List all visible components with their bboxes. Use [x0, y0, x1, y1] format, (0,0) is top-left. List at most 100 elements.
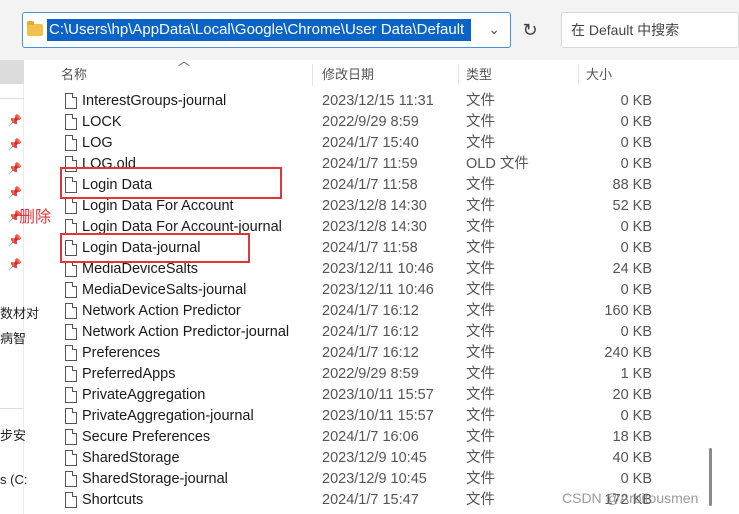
column-divider[interactable]	[578, 64, 579, 86]
file-date: 2023/12/8 14:30	[322, 219, 427, 235]
file-row[interactable]: Network Action Predictor 2024/1/7 16:12 文件…	[56, 301, 660, 322]
nav-divider	[0, 408, 24, 409]
refresh-button[interactable]: ↻	[512, 12, 548, 48]
file-size: 40 KB	[612, 450, 653, 466]
column-header-size[interactable]: 大小	[586, 60, 612, 90]
watermark: CSDN @Arbitousmen	[562, 490, 699, 506]
file-size: 0 KB	[620, 324, 652, 340]
file-type: 文件	[466, 492, 495, 508]
file-row[interactable]: MediaDeviceSalts-journal 2023/12/11 10:46…	[56, 280, 660, 301]
vertical-scrollbar[interactable]	[709, 448, 712, 506]
address-path[interactable]: C:\Users\hp\AppData\Local\Google\Chrome\…	[47, 19, 471, 41]
file-row[interactable]: Secure Preferences 2024/1/7 16:06 文件 18 KB	[56, 427, 660, 448]
file-row[interactable]: PreferredApps 2022/9/29 8:59 文件 1 KB	[56, 364, 660, 385]
file-type: 文件	[466, 303, 495, 319]
file-row[interactable]: Network Action Predictor-journal 2024/1/7…	[56, 322, 660, 343]
file-icon	[65, 261, 77, 277]
file-icon	[65, 198, 77, 214]
file-date: 2023/12/11 10:46	[322, 282, 434, 298]
file-row[interactable]: LOG 2024/1/7 15:40 文件 0 KB	[56, 133, 660, 154]
file-row[interactable]: Preferences 2024/1/7 16:12 文件 240 KB	[56, 343, 660, 364]
file-type: 文件	[466, 219, 495, 235]
file-type: 文件	[466, 324, 495, 340]
file-icon	[65, 471, 77, 487]
file-row[interactable]: SharedStorage-journal 2023/12/9 10:45 文件 0 …	[56, 469, 660, 490]
nav-item[interactable]: 病智	[0, 328, 26, 347]
file-size: 0 KB	[620, 408, 652, 424]
file-size: 18 KB	[612, 429, 653, 445]
file-name: Secure Preferences	[82, 429, 211, 445]
file-icon	[65, 93, 77, 109]
file-type: 文件	[466, 345, 495, 361]
pin-icon[interactable]: 📌	[8, 114, 22, 127]
file-row[interactable]: PrivateAggregation 2023/10/11 15:57 文件 20 K…	[56, 385, 660, 406]
sort-ascending-icon: ︿	[178, 54, 191, 68]
refresh-icon: ↻	[522, 19, 538, 40]
file-date: 2022/9/29 8:59	[322, 366, 419, 382]
nav-selected-item[interactable]	[0, 60, 24, 84]
column-header-name[interactable]: 名称	[61, 60, 87, 90]
file-size: 1 KB	[620, 366, 652, 382]
file-size: 0 KB	[620, 114, 652, 130]
file-size: 0 KB	[620, 135, 652, 151]
pin-icon[interactable]: 📌	[8, 162, 22, 175]
file-type: 文件	[466, 114, 495, 130]
nav-item[interactable]: 步安	[0, 425, 26, 444]
file-type: OLD 文件	[466, 156, 529, 172]
column-divider[interactable]	[312, 64, 313, 86]
file-size: 0 KB	[620, 240, 652, 256]
file-date: 2023/10/11 15:57	[322, 408, 434, 424]
file-date: 2024/1/7 11:58	[322, 177, 418, 193]
toolbar: C:\Users\hp\AppData\Local\Google\Chrome\…	[0, 0, 739, 60]
column-divider[interactable]	[458, 64, 459, 86]
file-name: InterestGroups-journal	[82, 93, 227, 109]
file-name: Network Action Predictor	[82, 303, 241, 319]
file-name: SharedStorage	[82, 450, 180, 466]
file-name: Preferences	[82, 345, 161, 361]
file-icon	[65, 408, 77, 424]
file-name: PrivateAggregation-journal	[82, 408, 254, 424]
pin-icon[interactable]: 📌	[8, 186, 22, 199]
search-input[interactable]: 在 Default 中搜索	[561, 12, 739, 48]
file-name: MediaDeviceSalts-journal	[82, 282, 247, 298]
file-row[interactable]: SharedStorage 2023/12/9 10:45 文件 40 KB	[56, 448, 660, 469]
file-type: 文件	[466, 282, 495, 298]
file-type: 文件	[466, 135, 495, 151]
file-name: PrivateAggregation	[82, 387, 206, 403]
pin-icon[interactable]: 📌	[8, 258, 22, 271]
address-bar[interactable]: C:\Users\hp\AppData\Local\Google\Chrome\…	[22, 12, 511, 48]
file-name: SharedStorage-journal	[82, 471, 228, 487]
file-size: 88 KB	[612, 177, 653, 193]
file-size: 0 KB	[620, 282, 652, 298]
column-header-date[interactable]: 修改日期	[322, 60, 374, 90]
delete-annotation: 删除	[19, 209, 52, 226]
nav-divider	[0, 98, 24, 99]
file-row[interactable]: Login Data For Account 2023/12/8 14:30 文件 5…	[56, 196, 660, 217]
file-row[interactable]: LOCK 2022/9/29 8:59 文件 0 KB	[56, 112, 660, 133]
nav-item[interactable]: s (C:	[0, 472, 27, 487]
file-type: 文件	[466, 198, 495, 214]
file-icon	[65, 345, 77, 361]
chevron-down-icon[interactable]: ⌄	[488, 21, 500, 38]
file-type: 文件	[466, 93, 495, 109]
highlight-box	[60, 233, 250, 263]
file-icon	[65, 114, 77, 130]
file-size: 0 KB	[620, 156, 652, 172]
file-date: 2022/9/29 8:59	[322, 114, 419, 130]
pin-icon[interactable]: 📌	[8, 234, 22, 247]
file-row[interactable]: PrivateAggregation-journal 2023/10/11 15:…	[56, 406, 660, 427]
file-size: 0 KB	[620, 471, 652, 487]
file-row[interactable]: InterestGroups-journal 2023/12/15 11:31 文件…	[56, 91, 660, 112]
file-type: 文件	[466, 177, 495, 193]
pin-icon[interactable]: 📌	[8, 138, 22, 151]
column-header-type[interactable]: 类型	[466, 60, 492, 90]
file-icon	[65, 450, 77, 466]
file-name: PreferredApps	[82, 366, 176, 382]
file-date: 2024/1/7 16:06	[322, 429, 419, 445]
file-name: Shortcuts	[82, 492, 144, 508]
navigation-pane: 📌 📌 📌 📌 📌 📌 📌 数材对 病智 步安 s (C:	[0, 60, 39, 514]
file-date: 2024/1/7 15:40	[322, 135, 419, 151]
file-name: LOG	[82, 135, 113, 151]
nav-item[interactable]: 数材对	[0, 303, 39, 322]
file-size: 52 KB	[612, 198, 653, 214]
